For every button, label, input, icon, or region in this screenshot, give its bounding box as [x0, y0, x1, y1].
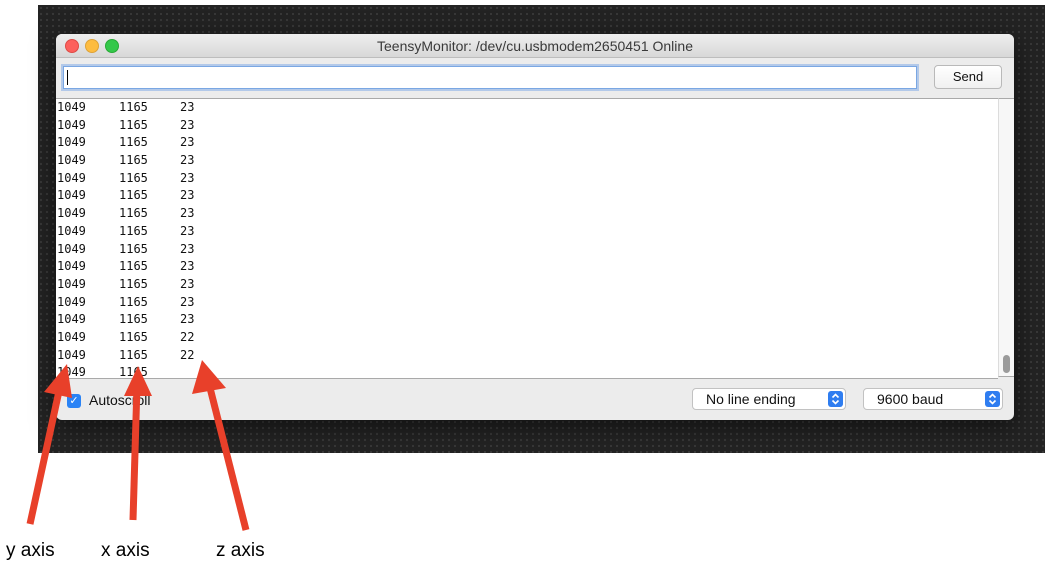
line-ending-select[interactable]: No line ending [692, 388, 846, 410]
x-axis-annotation: x axis [101, 540, 150, 561]
x-value: 1165 [119, 135, 148, 150]
y-value: 1049 [57, 241, 86, 256]
send-input[interactable] [63, 66, 917, 89]
scrollbar-thumb[interactable] [1003, 355, 1010, 373]
serial-monitor-window: TeensyMonitor: /dev/cu.usbmodem2650451 O… [56, 34, 1014, 420]
output-line: 1049 1165 23 [56, 117, 998, 135]
z-value: 23 [180, 117, 195, 132]
y-value: 1049 [57, 347, 86, 362]
output-line: 1049 1165 23 [56, 241, 998, 259]
output-line: 1049 1165 22 [56, 329, 998, 347]
y-value: 1049 [57, 206, 86, 221]
z-value: 23 [180, 276, 195, 291]
y-value: 1049 [57, 117, 86, 132]
x-value: 1165 [119, 206, 148, 221]
x-value: 1165 [119, 312, 148, 327]
autoscroll-label: Autoscroll [89, 392, 151, 408]
z-value: 23 [180, 153, 195, 168]
output-line: 1049 1165 22 [56, 347, 998, 365]
z-axis-annotation: z axis [216, 540, 265, 561]
output-line: 1049 1165 23 [56, 258, 998, 276]
y-value: 1049 [57, 135, 86, 150]
baud-rate-select[interactable]: 9600 baud [863, 388, 1003, 410]
checkmark-icon: ✓ [69, 395, 79, 407]
y-value: 1049 [57, 188, 86, 203]
y-value: 1049 [57, 365, 86, 379]
y-value: 1049 [57, 170, 86, 185]
up-down-chevron-icon [985, 391, 1000, 407]
z-value: 23 [180, 206, 195, 221]
x-value: 1165 [119, 276, 148, 291]
send-button[interactable]: Send [934, 65, 1002, 89]
output-line: 1049 1165 23 [56, 187, 998, 205]
output-line: 1049 1165 23 [56, 170, 998, 188]
window-title: TeensyMonitor: /dev/cu.usbmodem2650451 O… [377, 38, 693, 54]
x-value: 1165 [119, 294, 148, 309]
baud-rate-value: 9600 baud [877, 391, 944, 407]
output-line: 1049 1165 23 [56, 99, 998, 117]
output-scrollbar[interactable] [998, 98, 1014, 377]
x-value: 1165 [119, 153, 148, 168]
output-line: 1049 1165 23 [56, 205, 998, 223]
text-caret [67, 70, 68, 85]
y-value: 1049 [57, 259, 86, 274]
z-value: 23 [180, 188, 195, 203]
y-value: 1049 [57, 100, 86, 114]
z-value: 23 [180, 223, 195, 238]
x-value: 1165 [119, 259, 148, 274]
x-value: 1165 [119, 223, 148, 238]
x-value: 1165 [119, 188, 148, 203]
z-value: 23 [180, 294, 195, 309]
output-line: 1049 1165 23 [56, 134, 998, 152]
z-value: 23 [180, 241, 195, 256]
x-value: 1165 [119, 170, 148, 185]
y-value: 1049 [57, 223, 86, 238]
serial-output[interactable]: 1049 1165 23 1049 1165 23 1049 1165 23 1049 1165 23… [56, 98, 998, 379]
x-value: 1165 [119, 117, 148, 132]
z-value: 22 [180, 347, 195, 362]
output-line: 1049 1165 23 [56, 223, 998, 241]
z-value: 23 [180, 312, 195, 327]
window-titlebar: TeensyMonitor: /dev/cu.usbmodem2650451 O… [56, 34, 1014, 58]
y-value: 1049 [57, 312, 86, 327]
x-value: 1165 [119, 347, 148, 362]
output-line: 1049 1165 23 [56, 276, 998, 294]
autoscroll-checkbox[interactable]: ✓ [67, 394, 81, 408]
output-line: 1049 1165 23 [56, 152, 998, 170]
z-value: 23 [180, 135, 195, 150]
output-line: 1049 1165 23 [56, 311, 998, 329]
line-ending-value: No line ending [706, 391, 796, 407]
y-value: 1049 [57, 153, 86, 168]
x-value: 1165 [119, 100, 148, 114]
output-line: 1049 1165 23 [56, 294, 998, 312]
output-line: 1049 1165 [56, 364, 998, 379]
y-axis-annotation: y axis [6, 540, 55, 561]
y-value: 1049 [57, 276, 86, 291]
x-value: 1165 [119, 365, 148, 379]
z-value: 22 [180, 329, 195, 344]
y-value: 1049 [57, 294, 86, 309]
z-value: 23 [180, 170, 195, 185]
y-value: 1049 [57, 329, 86, 344]
z-value: 23 [180, 259, 195, 274]
up-down-chevron-icon [828, 391, 843, 407]
x-value: 1165 [119, 329, 148, 344]
z-value: 23 [180, 100, 195, 114]
x-value: 1165 [119, 241, 148, 256]
